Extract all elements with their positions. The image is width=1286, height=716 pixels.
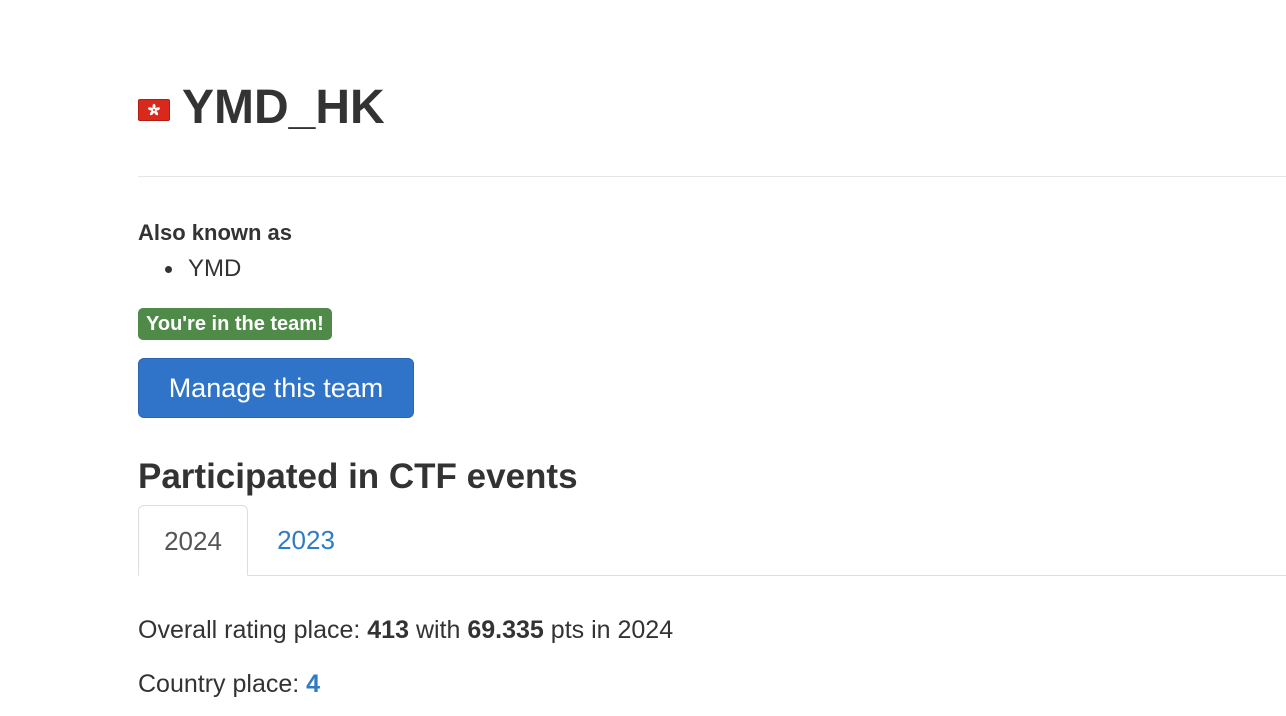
overall-rating-line: Overall rating place: 413 with 69.335 pt… [138,614,673,646]
hong-kong-flag-icon [138,99,170,121]
aliases-list: YMD [138,254,241,284]
with-word: with [415,616,461,644]
header-divider [138,176,1286,177]
page-header: YMD_HK [138,80,385,136]
country-place-label: Country place: [138,670,300,698]
manage-team-button[interactable]: Manage this team [138,358,414,418]
overall-rating-label: Overall rating place: [138,616,361,644]
points-suffix: pts in 2024 [550,616,674,644]
country-place-line: Country place: 4 [138,668,320,700]
overall-rating-place: 413 [367,616,409,644]
tab-2023[interactable]: 2023 [249,505,363,576]
rating-points: 69.335 [467,616,544,644]
tab-2024[interactable]: 2024 [138,505,248,576]
aliases-label: Also known as [138,220,293,245]
team-name: YMD_HK [182,81,385,134]
bullet-icon [165,266,172,273]
events-section-title: Participated in CTF events [138,457,578,496]
alias-text: YMD [188,255,242,282]
year-tabs: 2024 2023 [138,505,1286,576]
membership-badge: You're in the team! [138,308,332,340]
country-place-link[interactable]: 4 [306,670,320,698]
alias-item: YMD [138,254,241,284]
